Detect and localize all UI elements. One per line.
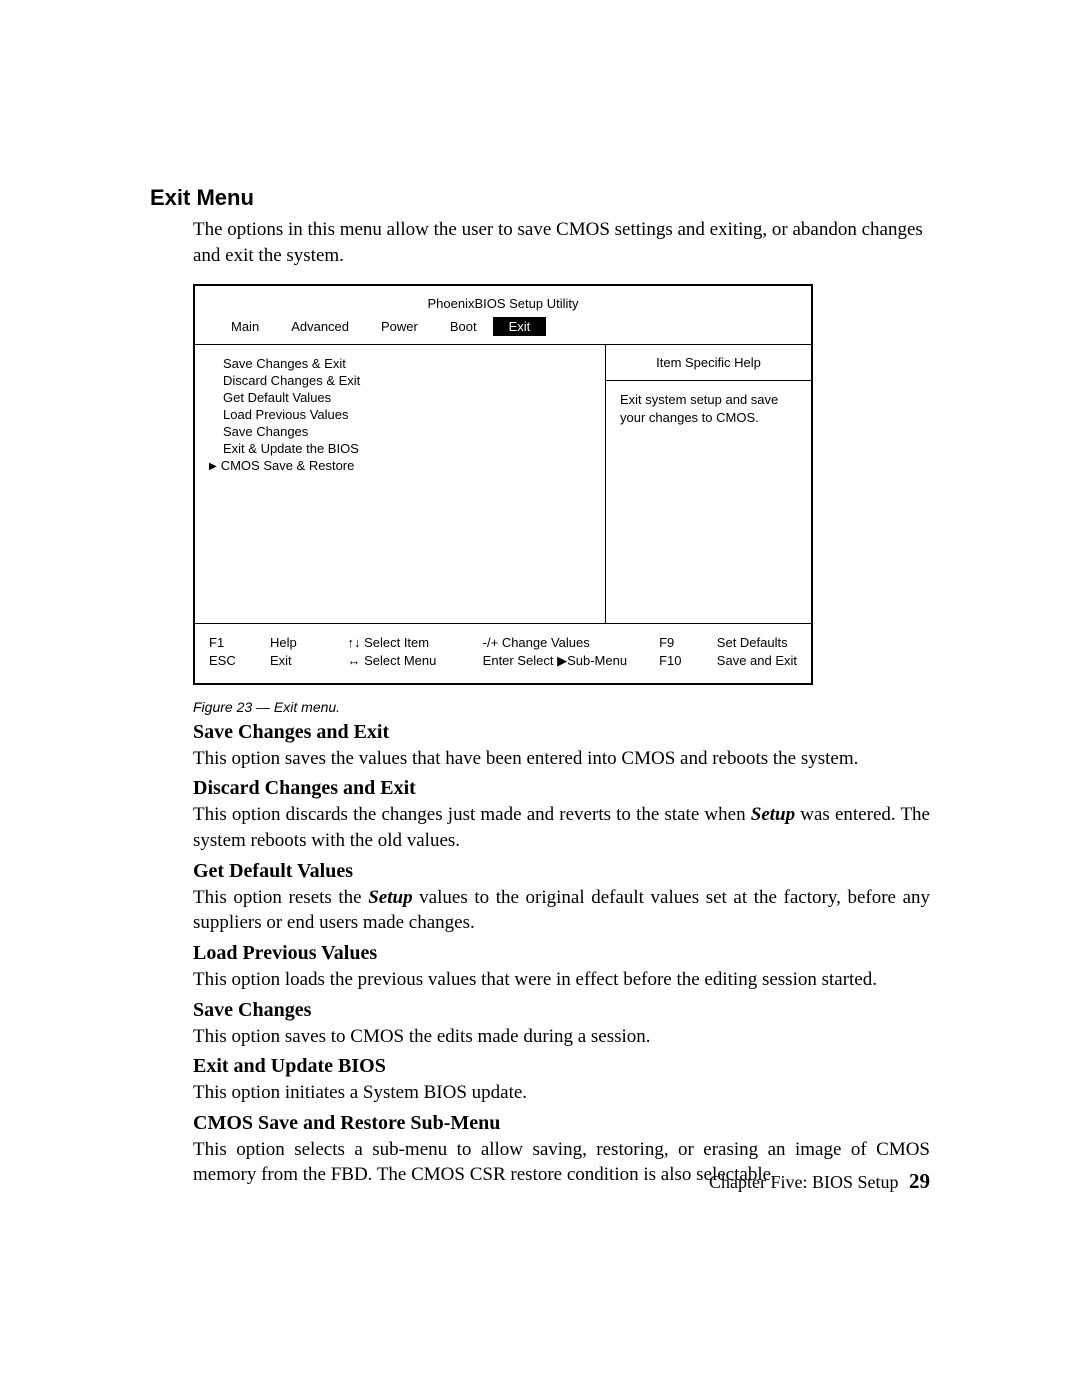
bios-tab-boot: Boot — [434, 317, 493, 336]
key-f9: F9 — [659, 634, 689, 652]
bios-key-legend: F1 ESC Help Exit ↑↓ Select Item ↔ Select… — [195, 624, 811, 682]
bios-menu-item: Save Changes & Exit — [209, 355, 593, 372]
section-heading: Exit Menu — [150, 185, 930, 211]
bios-tab-main: Main — [215, 317, 275, 336]
bios-menu-item: Load Previous Values — [209, 406, 593, 423]
bios-menu-item: CMOS Save & Restore — [209, 457, 593, 474]
subsection-heading: Load Previous Values — [193, 942, 930, 965]
key-f1: F1 — [209, 634, 242, 652]
subsection-body: This option saves to CMOS the edits made… — [193, 1024, 930, 1050]
key-f10: F10 — [659, 652, 689, 670]
page-footer: Chapter Five: BIOS Setup 29 — [709, 1133, 930, 1194]
bios-tab-power: Power — [365, 317, 434, 336]
bios-help-title: Item Specific Help — [606, 345, 811, 381]
key-esc-action: Exit — [270, 652, 319, 670]
subsection-body: This option discards the changes just ma… — [193, 802, 930, 853]
key-f1-action: Help — [270, 634, 319, 652]
nav-change-values: -/+ Change Values — [483, 634, 631, 652]
bios-tab-bar: MainAdvancedPowerBootExit — [195, 317, 811, 344]
bios-help-panel: Item Specific Help Exit system setup and… — [606, 345, 811, 623]
subsection-heading: Discard Changes and Exit — [193, 777, 930, 800]
key-f9-action: Set Defaults — [717, 634, 797, 652]
page-number: 29 — [909, 1169, 930, 1193]
subsection-body: This option resets the Setup values to t… — [193, 885, 930, 936]
nav-leftright: ↔ Select Menu — [347, 652, 454, 670]
intro-paragraph: The options in this menu allow the user … — [193, 217, 930, 268]
nav-enter-submenu: Enter Select ▶Sub-Menu — [483, 652, 631, 670]
subsection-heading: Save Changes — [193, 999, 930, 1022]
bios-help-body: Exit system setup and save your changes … — [606, 381, 811, 623]
nav-updown: ↑↓ Select Item — [347, 634, 454, 652]
figure-caption: Figure 23 — Exit menu. — [193, 699, 930, 715]
footer-chapter: Chapter Five: BIOS Setup — [709, 1172, 899, 1192]
subsection-heading: Exit and Update BIOS — [193, 1055, 930, 1078]
subsection-body: This option initiates a System BIOS upda… — [193, 1080, 930, 1106]
bios-screenshot: PhoenixBIOS Setup Utility MainAdvancedPo… — [193, 284, 813, 684]
subsection-heading: Save Changes and Exit — [193, 721, 930, 744]
bios-menu-item: Get Default Values — [209, 389, 593, 406]
bios-menu-item: Discard Changes & Exit — [209, 372, 593, 389]
subsection-heading: Get Default Values — [193, 860, 930, 883]
bios-tab-advanced: Advanced — [275, 317, 365, 336]
bios-title: PhoenixBIOS Setup Utility — [195, 286, 811, 317]
key-esc: ESC — [209, 652, 242, 670]
bios-menu-item: Exit & Update the BIOS — [209, 440, 593, 457]
bios-tab-exit: Exit — [493, 317, 547, 336]
bios-menu-list: Save Changes & ExitDiscard Changes & Exi… — [195, 345, 606, 623]
subsection-body: This option saves the values that have b… — [193, 746, 930, 772]
key-f10-action: Save and Exit — [717, 652, 797, 670]
subsection-body: This option loads the previous values th… — [193, 967, 930, 993]
subsection-heading: CMOS Save and Restore Sub-Menu — [193, 1112, 930, 1135]
bios-menu-item: Save Changes — [209, 423, 593, 440]
